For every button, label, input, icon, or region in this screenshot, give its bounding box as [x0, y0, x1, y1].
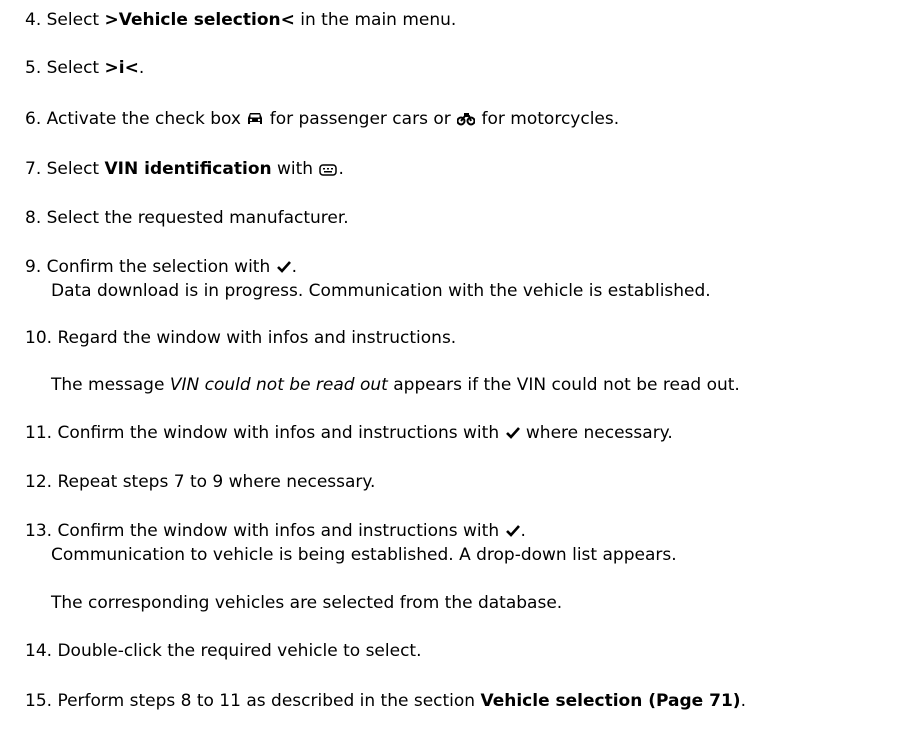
step-text: Perform steps 8 to 11 as described in th… — [57, 691, 481, 711]
keyboard-icon — [319, 160, 338, 182]
step-number: 12. — [25, 472, 53, 492]
step-text: Confirm the window with infos and instru… — [57, 521, 505, 541]
step-text: Confirm the selection with — [46, 257, 276, 277]
menu-item-reference: >i< — [104, 58, 139, 78]
step-text: . — [138, 58, 145, 78]
step-8: 8. Select the requested manufacturer. — [25, 207, 349, 229]
step-11: 11. Confirm the window with infos and in… — [25, 422, 673, 446]
car-icon — [247, 110, 263, 132]
step-text: Activate the check box — [46, 109, 247, 129]
step-5: 5. Select >i<. — [25, 57, 144, 79]
step-text: Select — [46, 58, 105, 78]
step-10: 10. Regard the window with infos and ins… — [25, 327, 456, 349]
section-reference: Vehicle selection (Page 71) — [480, 691, 741, 711]
step-text: . — [520, 521, 526, 541]
database-note: The corresponding vehicles are selected … — [51, 592, 562, 614]
step-15: 15. Perform steps 8 to 11 as described i… — [25, 690, 746, 712]
step-number: 6. — [25, 109, 42, 129]
motorcycle-icon — [456, 110, 476, 132]
step-number: 10. — [25, 328, 53, 348]
note-text: The corresponding vehicles are selected … — [51, 593, 563, 613]
message-text: VIN could not be read out — [169, 375, 388, 395]
step-result: Data download is in progress. Communicat… — [51, 281, 711, 301]
step-text: Repeat steps 7 to 9 where necessary. — [57, 472, 376, 492]
step-6: 6. Activate the check box for passenger … — [25, 108, 619, 132]
step-9: 9. Confirm the selection with . Data dow… — [25, 256, 711, 302]
checkmark-icon — [505, 522, 520, 544]
step-text: for passenger cars or — [264, 109, 457, 129]
step-number: 7. — [25, 159, 42, 179]
menu-item-reference: >Vehicle selection< — [104, 10, 295, 30]
checkmark-icon — [276, 258, 291, 280]
step-number: 8. — [25, 208, 42, 228]
step-text: . — [338, 159, 344, 179]
step-13: 13. Confirm the window with infos and in… — [25, 520, 677, 566]
step-text: Select — [46, 10, 105, 30]
step-number: 14. — [25, 641, 53, 661]
vin-message-note: The message VIN could not be read out ap… — [51, 374, 740, 396]
step-text: where necessary. — [520, 423, 673, 443]
step-text: for motorcycles. — [476, 109, 620, 129]
step-12: 12. Repeat steps 7 to 9 where necessary. — [25, 471, 375, 493]
note-text: appears if the VIN could not be read out… — [387, 375, 740, 395]
instruction-document: 4. Select >Vehicle selection< in the mai… — [0, 0, 912, 741]
step-text: with — [271, 159, 319, 179]
step-text: in the main menu. — [294, 10, 457, 30]
step-14: 14. Double-click the required vehicle to… — [25, 640, 421, 662]
step-result: Communication to vehicle is being establ… — [51, 545, 677, 565]
note-text: The message — [51, 375, 170, 395]
step-4: 4. Select >Vehicle selection< in the mai… — [25, 9, 456, 31]
step-text: . — [740, 691, 746, 711]
function-reference: VIN identification — [104, 159, 272, 179]
step-text: . — [291, 257, 298, 277]
step-number: 15. — [25, 691, 53, 711]
step-text: Select the requested manufacturer. — [46, 208, 349, 228]
step-text: Confirm the window with infos and instru… — [57, 423, 505, 443]
step-text: Regard the window with infos and instruc… — [57, 328, 457, 348]
step-text: Select — [46, 159, 105, 179]
step-text: Double-click the required vehicle to sel… — [57, 641, 422, 661]
step-number: 11. — [25, 423, 53, 443]
step-number: 9. — [25, 257, 42, 277]
step-7: 7. Select VIN identification with . — [25, 158, 344, 182]
step-number: 4. — [25, 10, 42, 30]
step-number: 5. — [25, 58, 42, 78]
checkmark-icon — [505, 424, 520, 446]
step-number: 13. — [25, 521, 53, 541]
